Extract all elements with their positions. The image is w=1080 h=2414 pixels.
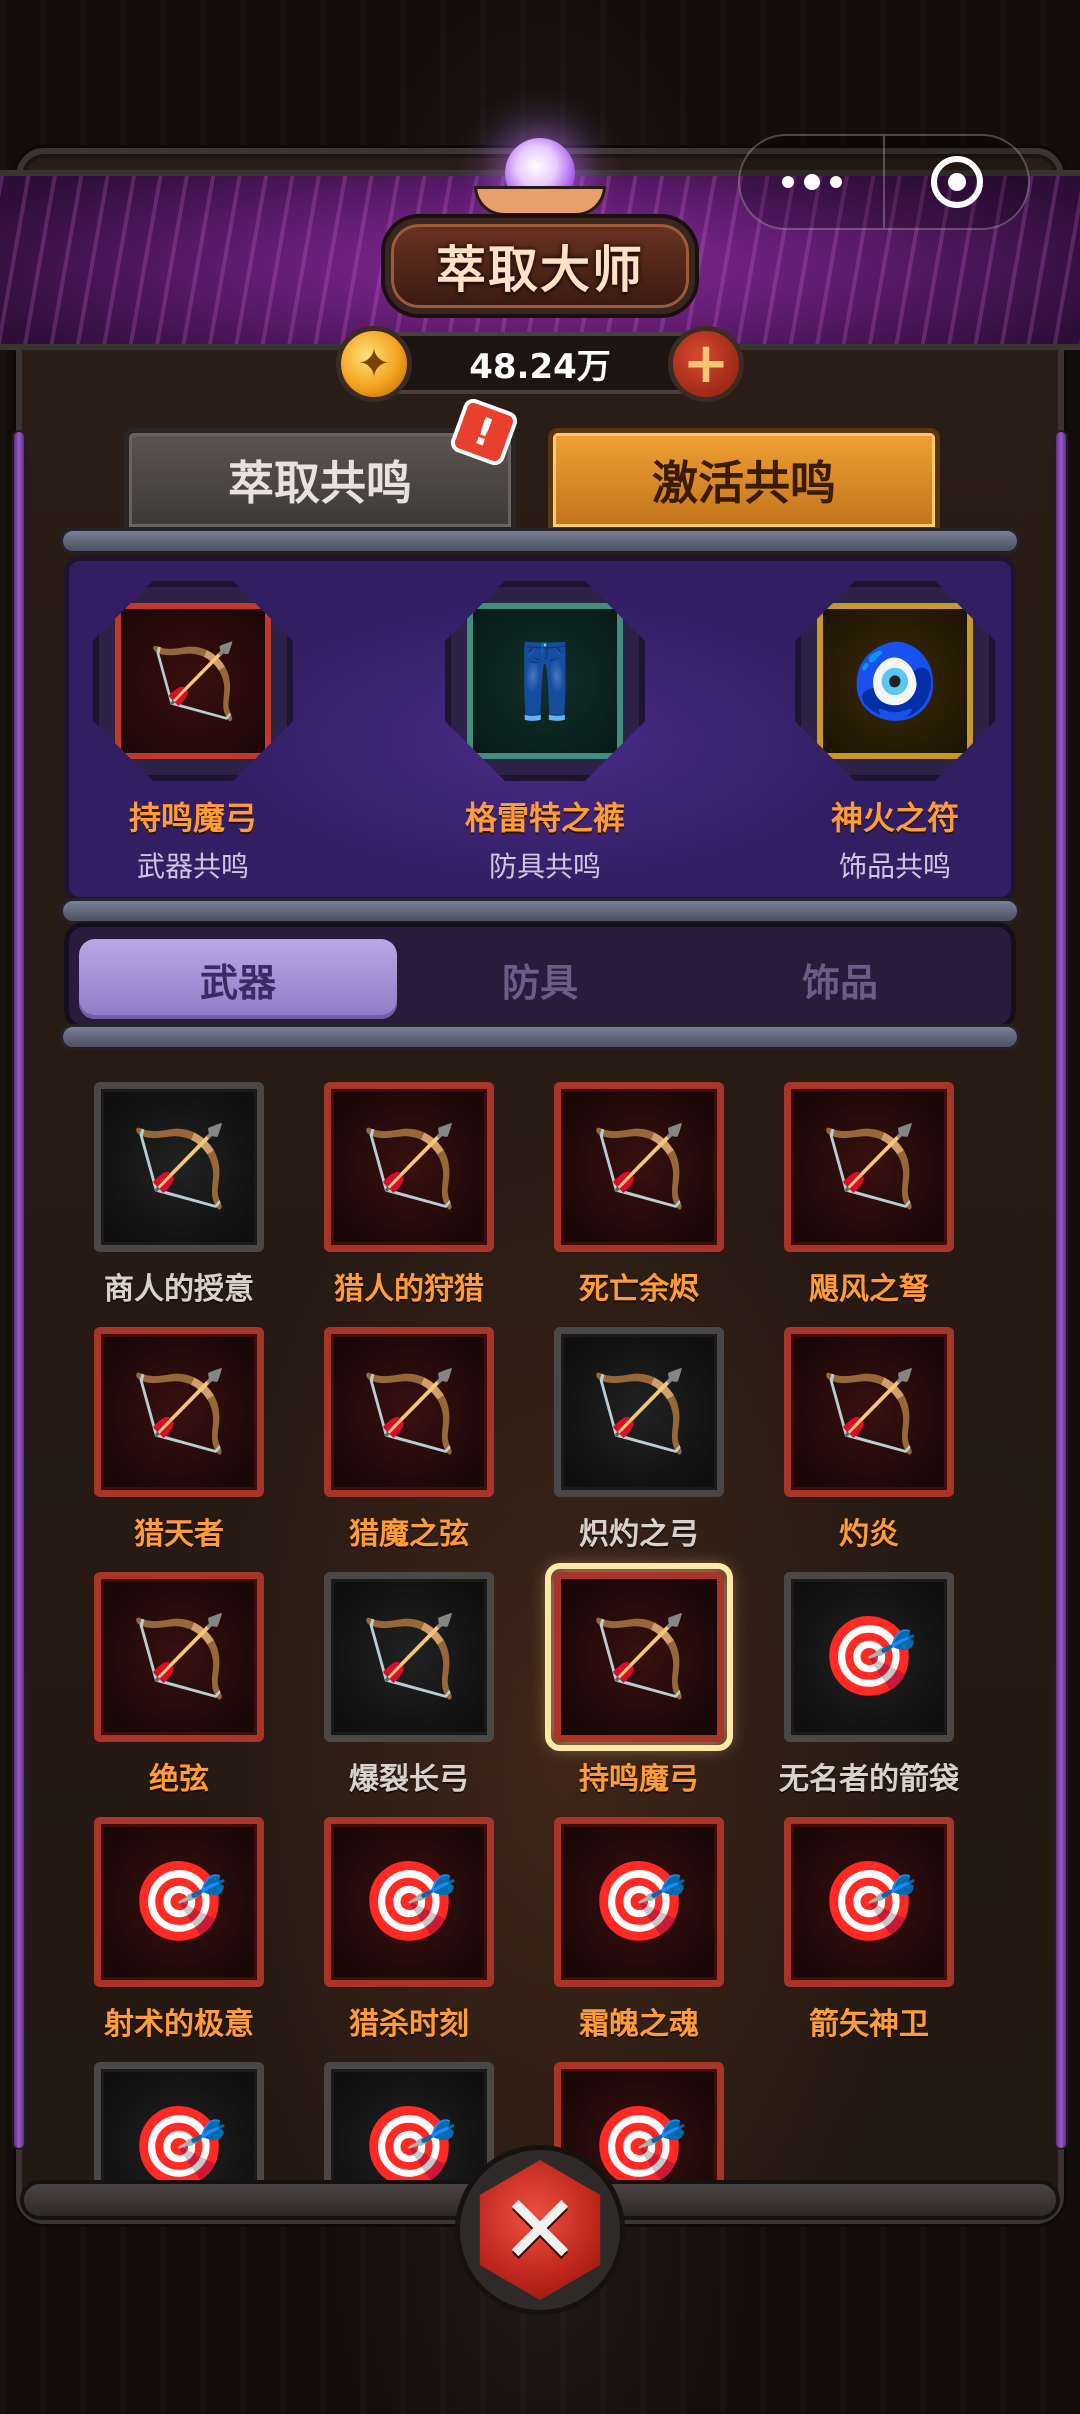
list-item[interactable]: 🏹 猎人的狩猎 (294, 1082, 524, 1308)
resonance-frame: 👖 (445, 581, 645, 781)
page-title: 萃取大师 (436, 241, 644, 299)
list-item[interactable]: 🏹 绝弦 (64, 1572, 294, 1798)
list-item[interactable]: 🎯 箭矢神卫 (754, 1817, 984, 2043)
quiver-icon: 🎯 (324, 2062, 494, 2180)
pants-icon: 👖 (467, 603, 623, 759)
item-name: 无名者的箭袋 (779, 1762, 959, 1797)
item-name: 持鸣魔弓 (579, 1762, 699, 1797)
item-name: 灼炎 (839, 1517, 899, 1552)
crossbow-icon: 🏹 (324, 1572, 494, 1742)
resonance-type: 武器共鸣 (136, 850, 249, 883)
item-name: 猎魔之弦 (349, 1517, 469, 1552)
list-item[interactable]: 🏹 商人的授意 (64, 1082, 294, 1308)
divider-bar (60, 528, 1020, 554)
tab-label: 萃取共鸣 (228, 456, 412, 510)
item-name: 炽灼之弓 (579, 1517, 699, 1552)
tab-accessory[interactable]: 饰品 (681, 939, 999, 1019)
tab-label: 武器 (199, 960, 276, 1005)
more-dot-icon (803, 174, 820, 190)
resonance-panel: 🏹 持鸣魔弓 武器共鸣 👖 格雷特之裤 防具共鸣 🧿 神火之符 饰品共鸣 (64, 556, 1016, 902)
tab-label: 饰品 (801, 960, 878, 1005)
bow-icon: 🏹 (94, 1572, 264, 1742)
list-item[interactable]: 🎯 猎杀时刻 (294, 1817, 524, 2043)
resonance-frame: 🧿 (795, 581, 995, 781)
item-name: 商人的授意 (104, 1272, 254, 1307)
resonance-type: 饰品共鸣 (838, 850, 951, 883)
resonance-frame: 🏹 (93, 581, 293, 781)
resonance-item-name: 持鸣魔弓 (128, 799, 257, 837)
quiver-icon: 🎯 (324, 1817, 494, 1987)
resonance-type: 防具共鸣 (488, 850, 601, 883)
item-name: 猎杀时刻 (349, 2007, 469, 2042)
item-name: 爆裂长弓 (349, 1762, 469, 1797)
hand-icon (474, 186, 606, 216)
item-name: 猎人的狩猎 (334, 1272, 484, 1307)
list-item[interactable]: 🏹 飓风之弩 (754, 1082, 984, 1308)
mini-program-capsule (738, 134, 1030, 230)
tab-label: 防具 (501, 960, 578, 1005)
exclamation-icon: ! (468, 408, 500, 456)
add-currency-button[interactable]: + (668, 326, 744, 402)
left-frame-bar (12, 430, 26, 2150)
item-name: 霜魄之魂 (579, 2007, 699, 2042)
amulet-icon: 🧿 (817, 603, 973, 759)
more-dot-icon (781, 176, 794, 188)
list-item[interactable]: 🎯 无名者的箭袋 (754, 1572, 984, 1798)
list-item[interactable]: 🏹 灼炎 (754, 1327, 984, 1553)
right-frame-bar (1054, 430, 1068, 2150)
item-grid: 🏹 商人的授意 🏹 猎人的狩猎 🏹 死亡余烬 🏹 飓风之弩 🏹 猎天者 🏹 猎魔… (64, 1070, 1016, 2180)
list-item[interactable]: 🎯 (64, 2062, 294, 2180)
list-item[interactable]: 🏹 猎天者 (64, 1327, 294, 1553)
resonance-slot-armor[interactable]: 👖 格雷特之裤 防具共鸣 (425, 581, 665, 885)
list-item[interactable]: 🏹 死亡余烬 (524, 1082, 754, 1308)
bow-icon: 🏹 (115, 603, 271, 759)
tab-weapon[interactable]: 武器 (79, 939, 397, 1019)
tab-activate-resonance[interactable]: 激活共鸣 (548, 428, 940, 532)
item-name: 射术的极意 (104, 2007, 254, 2042)
bow-icon: 🏹 (545, 1563, 733, 1751)
bow-icon: 🏹 (94, 1327, 264, 1497)
more-dot-icon (829, 176, 842, 188)
item-name: 飓风之弩 (809, 1272, 929, 1307)
list-item-selected[interactable]: 🏹 持鸣魔弓 (524, 1563, 754, 1798)
title-plate: 萃取大师 (385, 218, 695, 314)
quiver-icon: 🎯 (94, 2062, 264, 2180)
list-item[interactable]: 🏹 猎魔之弦 (294, 1327, 524, 1553)
target-circle-icon (930, 156, 983, 208)
list-item[interactable]: 🏹 爆裂长弓 (294, 1572, 524, 1798)
category-tabs: 武器 防具 饰品 (64, 922, 1016, 1030)
item-name: 箭矢神卫 (809, 2007, 929, 2042)
crossbow-icon: 🏹 (324, 1327, 494, 1497)
list-item[interactable]: 🎯 射术的极意 (64, 1817, 294, 2043)
resonance-item-name: 神火之符 (830, 799, 959, 837)
plus-icon: + (682, 331, 730, 396)
resonance-slot-accessory[interactable]: 🧿 神火之符 饰品共鸣 (775, 581, 1015, 885)
list-item[interactable]: 🎯 霜魄之魂 (524, 1817, 754, 2043)
crossbow-icon: 🏹 (784, 1327, 954, 1497)
divider-bar (60, 1024, 1020, 1050)
quiver-icon: 🎯 (94, 1817, 264, 1987)
item-name: 绝弦 (149, 1762, 209, 1797)
bow-icon: 🏹 (554, 1327, 724, 1497)
bow-icon: 🏹 (554, 1082, 724, 1252)
tab-label: 激活共鸣 (652, 456, 836, 510)
quiver-icon: 🎯 (554, 1817, 724, 1987)
resonance-item-name: 格雷特之裤 (464, 799, 625, 837)
close-icon: ✕ (499, 2174, 581, 2286)
crossbow-icon: 🏹 (784, 1082, 954, 1252)
quiver-icon: 🎯 (784, 1817, 954, 1987)
tab-armor[interactable]: 防具 (381, 939, 699, 1019)
resonance-slot-weapon[interactable]: 🏹 持鸣魔弓 武器共鸣 (73, 581, 313, 885)
more-button[interactable] (740, 136, 885, 228)
divider-bar (60, 898, 1020, 924)
crossbow-icon: 🏹 (324, 1082, 494, 1252)
coin-amount: 48.24万 (469, 346, 611, 387)
quiver-icon: 🎯 (784, 1572, 954, 1742)
item-name: 死亡余烬 (579, 1272, 699, 1307)
exit-mini-program-button[interactable] (885, 156, 1028, 208)
gold-coin-icon: ✦ (336, 326, 412, 402)
list-item[interactable]: 🏹 炽灼之弓 (524, 1327, 754, 1553)
crossbow-icon: 🏹 (94, 1082, 264, 1252)
item-name: 猎天者 (134, 1517, 224, 1552)
